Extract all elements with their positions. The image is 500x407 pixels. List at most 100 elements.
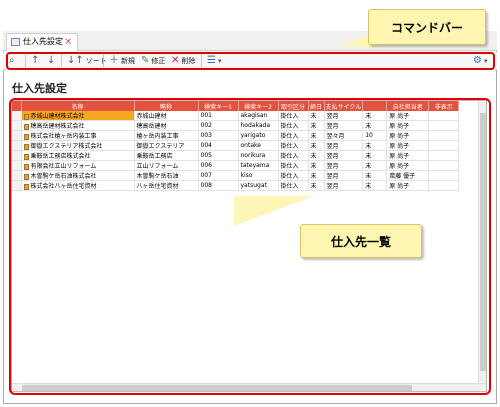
table-row[interactable]: 株式会社八ヶ岳住宅資材 八ヶ岳住宅資材 008 yatsugat 掛仕入 末 翌月 末 原 尚子 <box>12 180 460 191</box>
table-cell[interactable]: 翌月 <box>324 140 364 151</box>
table-cell[interactable]: hodakada <box>238 120 279 131</box>
table-cell[interactable]: 008 <box>198 180 239 191</box>
table-cell[interactable]: 末 <box>308 130 325 141</box>
table-row[interactable]: 株式会社槍ヶ岳内装工事 槍ヶ岳内装工事 003 yarigato 掛仕入 末 翌々月 10 原 … <box>12 130 460 141</box>
table-cell[interactable]: 穂高岳建材 <box>134 120 199 131</box>
table-cell[interactable]: 翌月 <box>324 180 364 191</box>
table-cell[interactable]: 掛仕入 <box>278 150 309 161</box>
table-cell[interactable]: 末 <box>308 170 325 181</box>
column-header[interactable]: 取引区分 <box>278 101 309 111</box>
column-header[interactable]: 検索キー1 <box>198 101 239 111</box>
table-cell[interactable]: 掛仕入 <box>278 180 309 191</box>
row-selector[interactable] <box>12 160 22 171</box>
delete-button[interactable]: ✕ 削除 <box>171 53 195 68</box>
tab-supplier-settings[interactable]: 仕入先設定 × <box>6 33 78 51</box>
column-header[interactable]: 締日 <box>308 101 325 111</box>
table-cell[interactable]: kiso <box>238 170 279 181</box>
table-cell[interactable]: 斎藤 優子 <box>386 170 430 181</box>
table-cell[interactable]: 末 <box>362 150 388 161</box>
table-cell[interactable] <box>428 170 460 181</box>
column-header[interactable]: 支払サイクル <box>324 101 364 111</box>
table-cell[interactable]: 末 <box>308 150 325 161</box>
table-cell[interactable]: 末 <box>362 140 388 151</box>
table-cell[interactable]: 穂高岳建材株式会社 <box>21 120 135 131</box>
column-header[interactable]: 名称 <box>21 101 135 111</box>
tab-close-icon[interactable]: × <box>64 34 72 50</box>
table-cell[interactable]: 翌月 <box>324 170 364 181</box>
column-header[interactable]: 非表示 <box>428 101 460 111</box>
table-cell[interactable]: 末 <box>362 180 388 191</box>
table-cell[interactable]: 原 尚子 <box>386 140 430 151</box>
table-cell[interactable]: 掛仕入 <box>278 111 309 121</box>
table-cell[interactable]: 槍ヶ岳内装工事 <box>134 130 199 141</box>
row-selector[interactable] <box>12 130 22 141</box>
table-cell[interactable]: 005 <box>198 150 239 161</box>
move-up-icon[interactable]: ↑ <box>31 53 41 68</box>
scroll-thumb[interactable] <box>480 113 486 371</box>
table-cell[interactable]: 掛仕入 <box>278 170 309 181</box>
table-cell[interactable]: 末 <box>308 180 325 191</box>
table-cell[interactable]: 木曽駒ケ岳石油 <box>134 170 199 181</box>
table-row[interactable]: 御嶽エクステリア株式会社 御嶽エクステリア 004 ontake 掛仕入 末 翌月 末 原 尚子 <box>12 140 460 151</box>
row-selector[interactable] <box>12 111 22 121</box>
new-button[interactable]: ＋新規 <box>109 53 135 68</box>
table-cell[interactable]: norikura <box>238 150 279 161</box>
scroll-thumb[interactable] <box>22 385 412 391</box>
table-cell[interactable]: 株式会社八ヶ岳住宅資材 <box>21 180 135 191</box>
table-cell[interactable]: 赤城山建材株式会社 <box>21 111 135 121</box>
table-cell[interactable] <box>428 111 460 121</box>
table-cell[interactable]: 原 尚子 <box>386 160 430 171</box>
table-cell[interactable]: 翌月 <box>324 150 364 161</box>
table-cell[interactable]: 掛仕入 <box>278 160 309 171</box>
table-cell[interactable]: 原 尚子 <box>386 180 430 191</box>
move-down-icon[interactable]: ↓ <box>47 53 57 68</box>
table-cell[interactable]: 御嶽エクステリア <box>134 140 199 151</box>
table-cell[interactable] <box>428 130 460 141</box>
row-selector[interactable] <box>12 150 22 161</box>
row-selector[interactable] <box>12 120 22 131</box>
table-cell[interactable]: 末 <box>308 140 325 151</box>
table-row[interactable]: 木曽駒ケ岳石油株式会社 木曽駒ケ岳石油 007 kiso 掛仕入 末 翌月 末 斎藤 優子 <box>12 170 460 181</box>
sort-button[interactable]: ↓↑ ソート <box>67 53 107 68</box>
vertical-scrollbar[interactable] <box>478 101 486 391</box>
table-row[interactable]: 乗鞍岳工務店株式会社 乗鞍岳工務店 005 norikura 掛仕入 末 翌月 末 原 尚子 <box>12 150 460 161</box>
table-cell[interactable]: 末 <box>308 160 325 171</box>
table-row[interactable]: 有限会社立山リフォーム 立山リフォーム 006 tateyama 掛仕入 末 翌月 末 原 尚子 <box>12 160 460 171</box>
table-cell[interactable]: 翌月 <box>324 120 364 131</box>
table-cell[interactable]: 株式会社槍ヶ岳内装工事 <box>21 130 135 141</box>
table-cell[interactable]: 10 <box>362 130 388 141</box>
row-selector[interactable] <box>12 180 22 191</box>
settings-menu-button[interactable]: ⚙ ▾ <box>473 53 489 68</box>
column-header[interactable] <box>362 101 388 111</box>
table-cell[interactable]: 末 <box>362 170 388 181</box>
table-cell[interactable] <box>428 140 460 151</box>
column-header[interactable]: 略称 <box>134 101 199 111</box>
table-cell[interactable]: 掛仕入 <box>278 120 309 131</box>
horizontal-scrollbar[interactable] <box>12 383 486 391</box>
table-cell[interactable]: 御嶽エクステリア株式会社 <box>21 140 135 151</box>
table-cell[interactable]: 002 <box>198 120 239 131</box>
table-cell[interactable]: 翌月 <box>324 111 364 121</box>
table-cell[interactable]: 末 <box>362 160 388 171</box>
table-cell[interactable]: 原 尚子 <box>386 130 430 141</box>
table-cell[interactable]: ontake <box>238 140 279 151</box>
table-cell[interactable] <box>428 150 460 161</box>
table-cell[interactable]: 木曽駒ケ岳石油株式会社 <box>21 170 135 181</box>
table-cell[interactable]: 003 <box>198 130 239 141</box>
table-cell[interactable]: 末 <box>362 120 388 131</box>
table-cell[interactable]: 赤城山建材 <box>134 111 199 121</box>
edit-button[interactable]: ✎ 修正 <box>141 53 165 68</box>
table-cell[interactable]: 掛仕入 <box>278 140 309 151</box>
row-selector[interactable] <box>12 140 22 151</box>
table-cell[interactable]: 乗鞍岳工務店株式会社 <box>21 150 135 161</box>
table-cell[interactable]: 末 <box>308 111 325 121</box>
table-cell[interactable] <box>428 120 460 131</box>
table-cell[interactable]: 006 <box>198 160 239 171</box>
table-cell[interactable]: 有限会社立山リフォーム <box>21 160 135 171</box>
table-cell[interactable]: 翌々月 <box>324 130 364 141</box>
table-row[interactable]: 穂高岳建材株式会社 穂高岳建材 002 hodakada 掛仕入 末 翌月 末 原 尚子 <box>12 120 460 131</box>
table-cell[interactable]: 立山リフォーム <box>134 160 199 171</box>
table-cell[interactable]: 007 <box>198 170 239 181</box>
table-cell[interactable]: 004 <box>198 140 239 151</box>
table-row[interactable]: 赤城山建材株式会社 赤城山建材 001 akagisan 掛仕入 末 翌月 末 原 尚子 <box>12 111 460 121</box>
